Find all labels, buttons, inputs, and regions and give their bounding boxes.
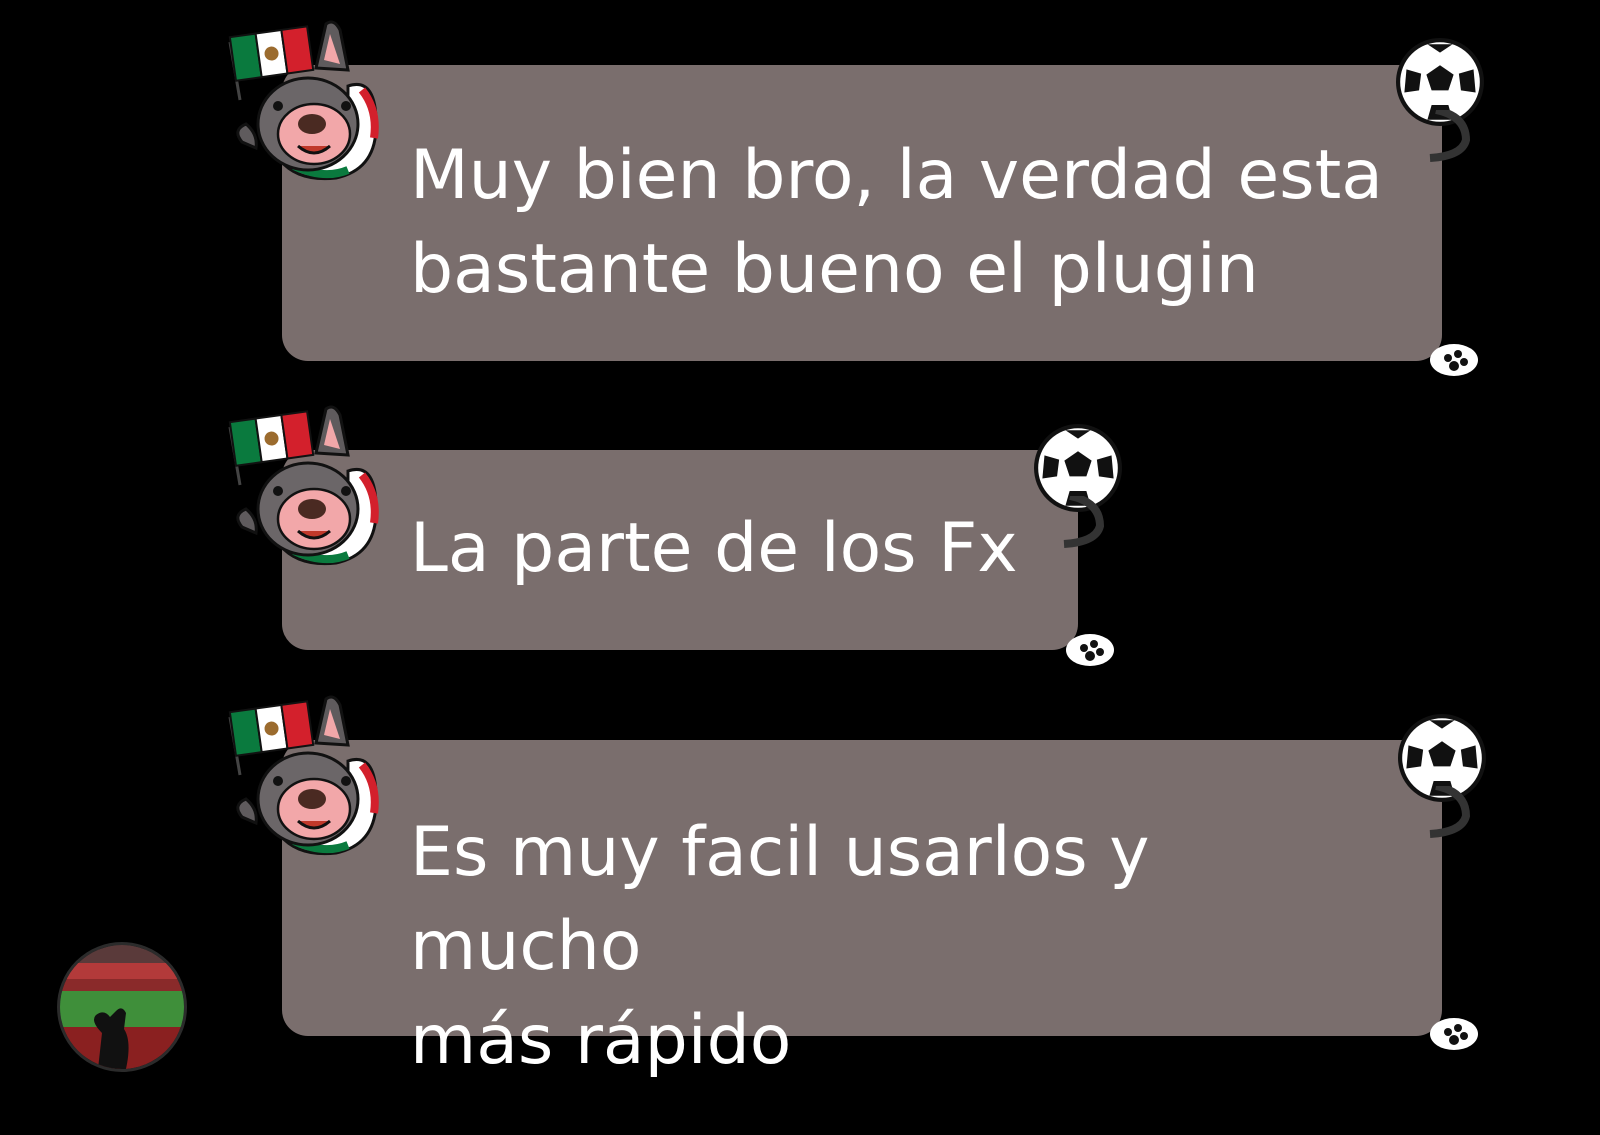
message-text-line: Muy bien bro, la verdad esta [410, 136, 1383, 215]
message-text-line: bastante bueno el plugin [410, 230, 1259, 309]
paw-icon [1430, 344, 1478, 376]
hook-icon [1426, 110, 1476, 170]
message-bubble[interactable]: Es muy facil usarlos y mucho más rápido [282, 740, 1442, 1080]
message-text-line: más rápido [410, 1001, 792, 1080]
message-bubble[interactable]: La parte de los Fx [282, 450, 1078, 650]
message-text: La parte de los Fx [410, 502, 1038, 596]
hook-icon [1060, 496, 1110, 556]
paw-icon [1430, 1018, 1478, 1050]
bulldog-sticker-icon [228, 20, 388, 190]
message-text-line: La parte de los Fx [410, 509, 1018, 588]
message-text-line: Es muy facil usarlos y mucho [410, 813, 1150, 986]
avatar-image [60, 945, 184, 1069]
message-bubble[interactable]: Muy bien bro, la verdad esta bastante bu… [282, 65, 1442, 361]
message-text: Muy bien bro, la verdad esta bastante bu… [410, 129, 1402, 317]
paw-icon [1066, 634, 1114, 666]
avatar[interactable] [57, 942, 187, 1072]
bulldog-sticker-icon [228, 695, 388, 865]
hook-icon [1426, 786, 1476, 846]
message-text: Es muy facil usarlos y mucho más rápido [410, 806, 1402, 1088]
bulldog-sticker-icon [228, 405, 388, 575]
